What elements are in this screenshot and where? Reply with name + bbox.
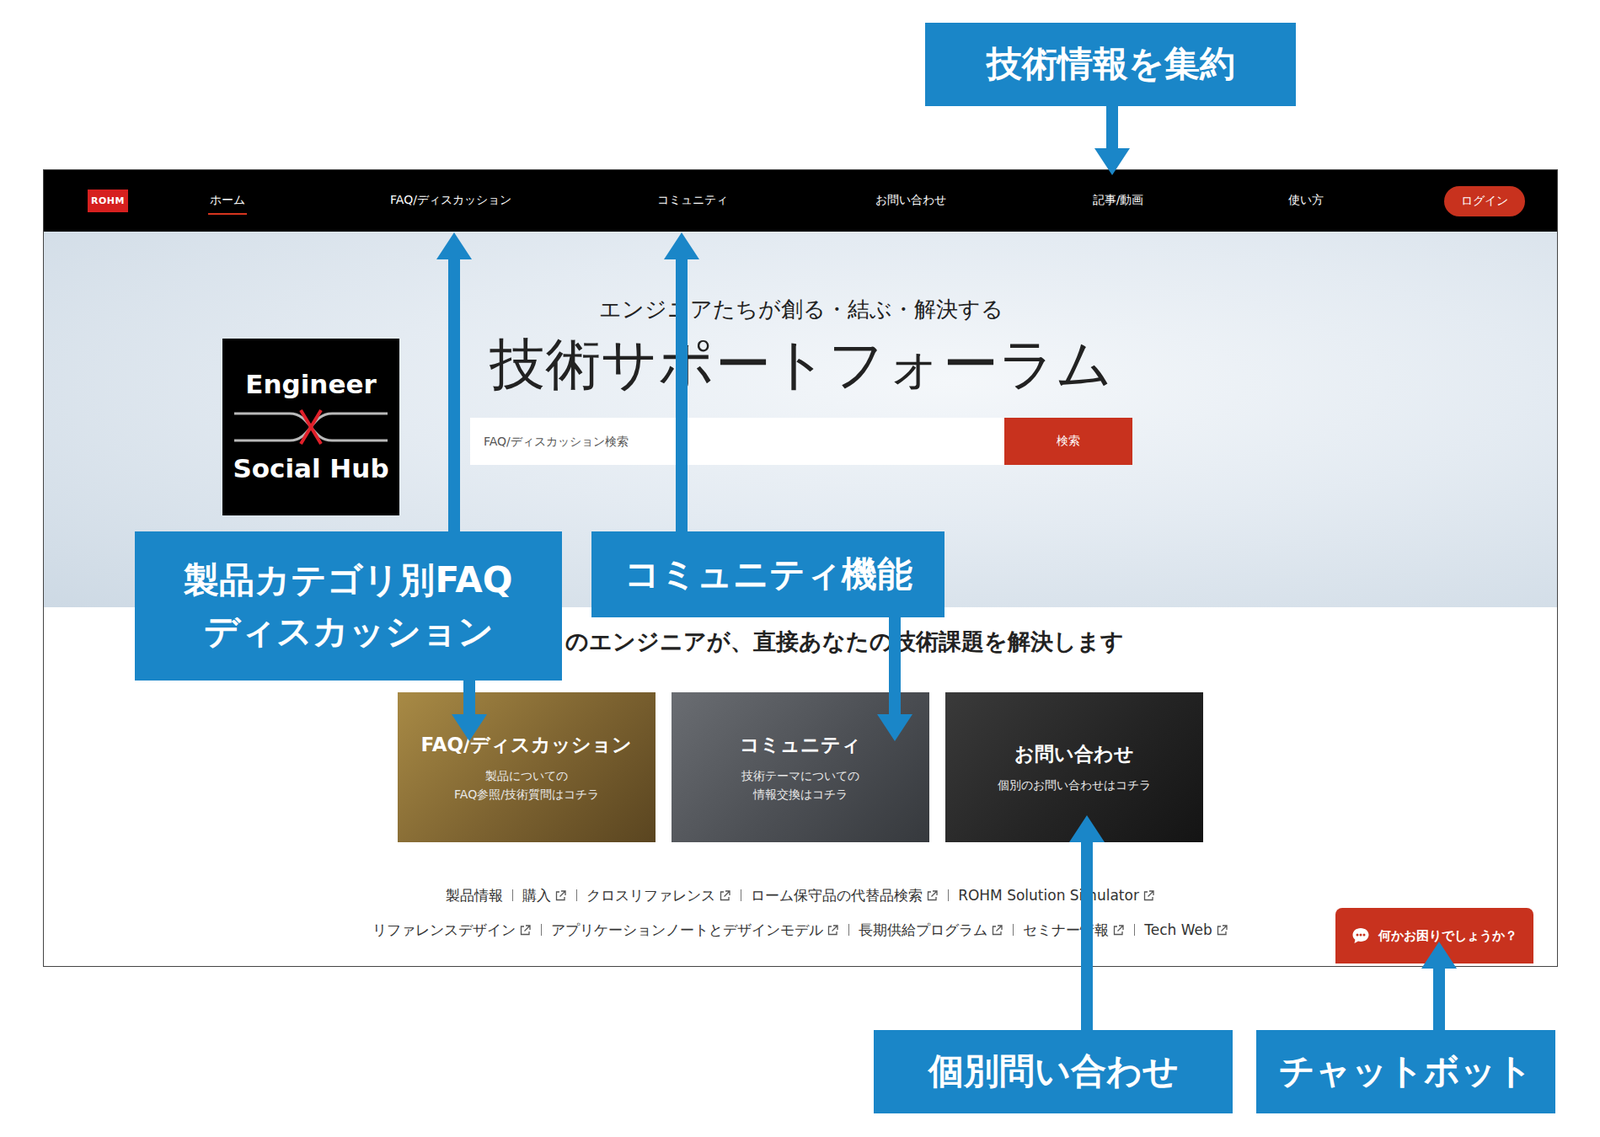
external-link-icon	[1142, 889, 1156, 903]
chat-bubble-icon	[1351, 926, 1370, 946]
card-title: お問い合わせ	[1014, 740, 1135, 768]
callout-label: 製品カテゴリ別FAQディスカッション	[134, 531, 562, 681]
footer-link[interactable]: セミナー情報	[1022, 919, 1125, 942]
feature-card[interactable]: お問い合わせ個別のお問い合わせはコチラ	[945, 692, 1204, 843]
callout-label: チャットボット	[1256, 1030, 1556, 1114]
link-label: セミナー情報	[1022, 919, 1109, 942]
link-label: アプリケーションノートとデザインモデル	[551, 919, 824, 942]
card-description: FAQ参照/技術質問はコチラ	[454, 785, 600, 804]
chat-label: 何かお困りでしょうか？	[1378, 928, 1518, 945]
link-separator	[540, 924, 542, 937]
search-bar: 検索	[470, 417, 1133, 466]
card-description: 個別のお問い合わせはコチラ	[997, 775, 1151, 795]
link-separator	[1012, 924, 1014, 937]
link-label: クロスリファレンス	[586, 884, 716, 907]
callout-text: 製品カテゴリ別FAQ	[183, 555, 513, 607]
callout-text: 技術情報を集約	[986, 38, 1236, 91]
footer-link[interactable]: 購入	[522, 884, 568, 907]
callout-text: コミュニティ機能	[624, 549, 913, 601]
card-title: コミュニティ	[739, 731, 862, 759]
footer-link[interactable]: クロスリファレンス	[586, 884, 732, 907]
link-label: ローム保守品の代替品検索	[750, 884, 923, 907]
link-separator	[740, 889, 742, 902]
footer-link[interactable]: ROHM Solution Simulator	[957, 884, 1156, 907]
link-label: 長期供給プログラム	[858, 919, 988, 942]
nav-item[interactable]: 記事/動画	[1091, 187, 1146, 215]
login-button[interactable]: ログイン	[1444, 186, 1526, 217]
logo-top-text: Engineer	[245, 369, 376, 401]
chat-button[interactable]: 何かお困りでしょうか？	[1335, 908, 1534, 964]
external-link-icon	[925, 889, 939, 903]
card-description: 製品についての	[485, 766, 568, 786]
callout-text: 個別問い合わせ	[928, 1046, 1179, 1098]
hero-subtitle: エンジニアたちが創る・結ぶ・解決する	[599, 294, 1004, 325]
external-link-icon	[1112, 924, 1125, 937]
arrow-icon	[436, 232, 472, 532]
callout-text: チャットボット	[1278, 1046, 1533, 1098]
link-separator	[947, 889, 949, 902]
footer-link[interactable]: Tech Web	[1144, 919, 1229, 942]
external-link-icon	[1215, 924, 1229, 937]
footer-link[interactable]: 長期供給プログラム	[858, 919, 1004, 942]
external-link-icon	[718, 889, 732, 903]
link-row: 製品情報購入 クロスリファレンス ローム保守品の代替品検索 ROHM Solution…	[43, 884, 1558, 907]
callout-text: ディスカッション	[203, 606, 494, 659]
arrow-icon	[451, 680, 487, 742]
logo-cell: ROHM	[43, 189, 154, 213]
external-link-icon	[990, 924, 1004, 937]
feature-card[interactable]: コミュニティ技術テーマについての情報交換はコチラ	[671, 692, 930, 843]
card-title: FAQ/ディスカッション	[421, 731, 633, 759]
card-description: 情報交換はコチラ	[753, 785, 848, 804]
external-link-icon	[554, 889, 568, 903]
callout-label: 技術情報を集約	[925, 22, 1296, 107]
card-row: FAQ/ディスカッション製品についてのFAQ参照/技術質問はコチラコミュニティ技…	[43, 692, 1558, 843]
arrow-icon	[1069, 815, 1105, 1031]
footer-link[interactable]: リファレンスデザイン	[372, 919, 532, 942]
nav-bar: ROHM ホーム FAQ/ディスカッション コミュニティ お問い合わせ 記事/動画 使い方 ロ…	[43, 170, 1558, 232]
link-label: リファレンスデザイン	[372, 919, 516, 942]
logo-bottom-text: Social Hub	[232, 454, 389, 485]
nav-item[interactable]: FAQ/ディスカッション	[388, 187, 514, 215]
callout-label: 個別問い合わせ	[873, 1030, 1233, 1114]
link-separator	[576, 889, 578, 902]
nav-item[interactable]: ホーム	[208, 187, 247, 215]
link-separator	[1134, 924, 1135, 937]
card-description: 技術テーマについての	[741, 766, 860, 786]
search-input[interactable]	[470, 417, 1005, 466]
rohm-logo[interactable]: ROHM	[87, 189, 129, 213]
link-label: 購入	[522, 884, 552, 907]
feature-card[interactable]: FAQ/ディスカッション製品についてのFAQ参照/技術質問はコチラ	[397, 692, 656, 843]
link-label: 製品情報	[445, 884, 504, 907]
link-separator	[512, 889, 514, 902]
footer-link[interactable]: ローム保守品の代替品検索	[750, 884, 939, 907]
footer-link[interactable]: 製品情報	[445, 884, 504, 907]
nav-item[interactable]: 使い方	[1286, 187, 1326, 215]
nav-item[interactable]: コミュニティ	[655, 187, 730, 215]
footer-link[interactable]: アプリケーションノートとデザインモデル	[551, 919, 840, 942]
link-label: ROHM Solution Simulator	[957, 884, 1140, 907]
external-link-icon	[519, 924, 532, 937]
arrow-icon	[663, 232, 700, 532]
arrow-icon	[1094, 106, 1130, 176]
cross-lines-icon	[230, 400, 391, 455]
arrow-icon	[1421, 941, 1457, 1031]
link-row: リファレンスデザイン アプリケーションノートとデザインモデル 長期供給プログラム セミ…	[43, 919, 1558, 942]
link-separator	[848, 924, 850, 937]
link-label: Tech Web	[1144, 919, 1213, 942]
search-button[interactable]: 検索	[1004, 417, 1133, 466]
callout-label: コミュニティ機能	[591, 531, 945, 618]
hero-title: 技術サポートフォーラム	[489, 327, 1114, 402]
arrow-icon	[877, 617, 913, 742]
engineer-social-hub-logo: Engineer Social Hub	[222, 338, 400, 516]
nav-item[interactable]: お問い合わせ	[873, 187, 948, 215]
external-link-icon	[826, 924, 840, 937]
